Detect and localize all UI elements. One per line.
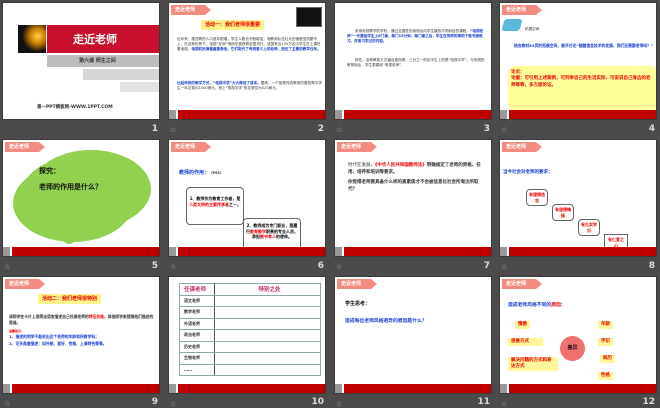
explore-question: 老师的作用是什么？ <box>39 183 102 191</box>
table-row: 数学老师 <box>179 306 321 319</box>
heading: 教师的作用：（P61） <box>179 170 224 176</box>
table-row: 政治老师 <box>179 329 321 342</box>
section-tag: 走近老师 <box>171 142 211 152</box>
section-tag: 走近老师 <box>337 279 377 289</box>
factor-box: 思维方式 <box>508 338 543 346</box>
section-tag: 走近老师 <box>337 142 377 152</box>
logo-image <box>18 25 46 53</box>
title: 走近老师 <box>73 33 117 46</box>
paragraph: 比起传统的教学方式，“电视中学”大大降低了成本。据悉，一个接受传统教育的墨西哥中… <box>177 81 322 90</box>
books-icon <box>501 19 523 31</box>
tv-image <box>296 7 322 27</box>
slide-number: 5 <box>151 261 158 271</box>
requirement-box: 有扎实学识 <box>578 219 600 236</box>
table-row: …… <box>179 363 321 376</box>
slide-number: 4 <box>648 124 655 134</box>
slide-number: 6 <box>317 261 324 271</box>
slide-number: 1 <box>151 124 158 134</box>
slide-thumbnail-12[interactable]: 走近老师 造成老师风格不同的原因： 情感 思维方式 解决问题的方式和表达方式 差… <box>499 276 657 394</box>
requirement-box: 有道德情操 <box>552 204 574 221</box>
slide-thumbnail-8[interactable]: 走近老师 当今社会对老师的要求： 有理想信念 有道德情操 有扎实学识 有仁爱之心 <box>499 139 657 257</box>
slide-number: 11 <box>477 397 490 407</box>
teacher-table: 任课老师 特别之处 语文老师 数学老师 外语老师 政治老师 历史老师 生物老师 …… <box>179 283 321 376</box>
question: 结合教材64页的拓展空间，展开讨论“随着信息技术的发展，我们还需要老师吗？” <box>514 43 654 48</box>
tip-1: 1、描述的同学不能说出这个老师的年龄和所教学科； <box>9 334 99 339</box>
tip-2: 2、可多角度描述：如外貌、爱好、性格、上课特色等等。 <box>9 341 107 346</box>
slide-thumbnail-3[interactable]: 采用电视教学的学校，通过全国性的电视台向学生播放不同科目的课程。“电视老师”一天… <box>334 2 492 120</box>
factor-box: 性格 <box>598 372 613 380</box>
section-tag: 走近老师 <box>502 142 542 152</box>
table-row: 生物老师 <box>179 352 321 365</box>
explore-label: 探究： <box>39 167 60 175</box>
slide-thumbnail-7[interactable]: 走近老师 时代在发展，《中华人民共和国教师法》明确规定了老师的资格、任用、培养和… <box>334 139 492 257</box>
slide-number: 12 <box>642 397 655 407</box>
slide-number: 7 <box>483 261 490 271</box>
animation-star-icon: ☆ <box>336 263 343 271</box>
factor-box: 阅历 <box>600 355 615 363</box>
animation-star-icon: ☆ <box>170 126 177 134</box>
question: 造成每位老师风格迥异的原因是什么？ <box>345 319 427 324</box>
slide-thumbnail-9[interactable]: 走近老师 活动二：我们老师很特别 请同学在卡片上用简洁语言描述自己任课老师的特征… <box>2 276 160 394</box>
section-tag: 走近老师 <box>502 5 542 15</box>
cloud-tail <box>63 232 75 244</box>
paragraph: 近年来，墨西哥的人口逐年剧增，学生人数也不断增加，而教师队伍壮大的速度显然跟不上… <box>177 37 321 51</box>
slide-thumbnail-1[interactable]: 走近老师 第六课 师生之间 第一PPT模板网-WWW.1PPT.COM <box>2 2 160 120</box>
slide-thumbnail-4[interactable]: 走近老师 拓展空间 结合教材64页的拓展空间，展开讨论“随着信息技术的发展，我们… <box>499 2 657 120</box>
slide-thumbnail-6[interactable]: 走近老师 教师的作用：（P61） 1、教师作为教育工作者，是人类文明的主要传承者… <box>168 139 326 257</box>
paragraph: 时代在发展，《中华人民共和国教师法》明确规定了老师的资格、任用、培养和培训等要求… <box>348 163 481 175</box>
slide-number: 3 <box>483 124 490 134</box>
footer-text: 第一PPT模板网-WWW.1PPT.COM <box>37 105 113 110</box>
animation-star-icon: ☆ <box>336 126 343 134</box>
role-box-1: 1、教师作为教育工作者，是人类文明的主要传承者之一。 <box>186 187 244 225</box>
table-row: 语文老师 <box>179 294 321 307</box>
animation-star-icon: ☆ <box>170 263 177 271</box>
section-label: 拓展空间 <box>525 27 540 31</box>
subtitle: 第六课 师生之间 <box>79 58 116 64</box>
heading: 活动二：我们老师很特别 <box>38 294 102 304</box>
table-header: 特别之处 <box>214 283 321 296</box>
evidence: 论据：可引用上述案例，可列举自己的生活实际，可说说自己身边的老师等等，多方面论证… <box>511 76 651 88</box>
animation-star-icon: ☆ <box>4 263 11 271</box>
heading: 活动一：我们老师很重要 <box>201 20 265 30</box>
animation-star-icon: ☆ <box>501 126 508 134</box>
difference-circle: 差异 <box>560 336 585 361</box>
factor-box: 情感 <box>515 321 530 329</box>
table-header: 任课老师 <box>179 283 215 296</box>
table-row: 外语老师 <box>179 317 321 330</box>
heading: 造成老师风格不同的原因： <box>508 303 566 308</box>
paragraph: 采用电视教学的学校，通过全国性的电视台向学生播放不同科目的课程。“电视老师”一天… <box>347 29 484 43</box>
heading: 当今社会对老师的要求： <box>503 170 553 175</box>
slide-number: 8 <box>648 261 655 271</box>
instruction: 请同学在卡片上用简洁语言描述自己任课老师的特征风格，其他同学来猜猜他们描述的是谁… <box>9 314 154 325</box>
slide-thumbnail-11[interactable]: 走近老师 学生思考： 造成每位老师风格迥异的原因是什么？ <box>334 276 492 394</box>
factor-box: 解决问题的方式和表达方式 <box>508 357 558 371</box>
section-tag: 走近老师 <box>5 279 45 289</box>
slide-number: 9 <box>151 397 158 407</box>
slide-number: 10 <box>311 397 324 407</box>
animation-star-icon: ☆ <box>501 263 508 271</box>
requirement-box: 有理想信念 <box>526 189 548 206</box>
slide-thumbnail-5[interactable]: 走近老师 探究： 老师的作用是什么？ <box>2 139 160 257</box>
think-label: 学生思考： <box>345 301 371 307</box>
factor-box: 年龄 <box>598 321 613 329</box>
section-tag: 走近老师 <box>5 142 45 152</box>
question: 你觉得老师要具备什么样的高素质才不会被信息化社会所淘汰所取代？ <box>348 180 479 192</box>
table-row: 历史老师 <box>179 340 321 353</box>
slide-number: 2 <box>317 124 324 134</box>
factor-box: 学识 <box>598 338 613 346</box>
section-tag: 走近老师 <box>502 279 542 289</box>
slide-thumbnail-2[interactable]: 走近老师 活动一：我们老师很重要 近年来，墨西哥的人口逐年剧增，学生人数也不断增… <box>168 2 326 120</box>
paragraph: 现在，这种教育方式遍及墨西哥，三分之一的初中生上的是“电视中学”。与传统的教育相… <box>347 58 485 67</box>
section-tag: 走近老师 <box>171 5 211 15</box>
slide-thumbnail-10[interactable]: 任课老师 特别之处 语文老师 数学老师 外语老师 政治老师 历史老师 生物老师 …… <box>168 276 326 394</box>
